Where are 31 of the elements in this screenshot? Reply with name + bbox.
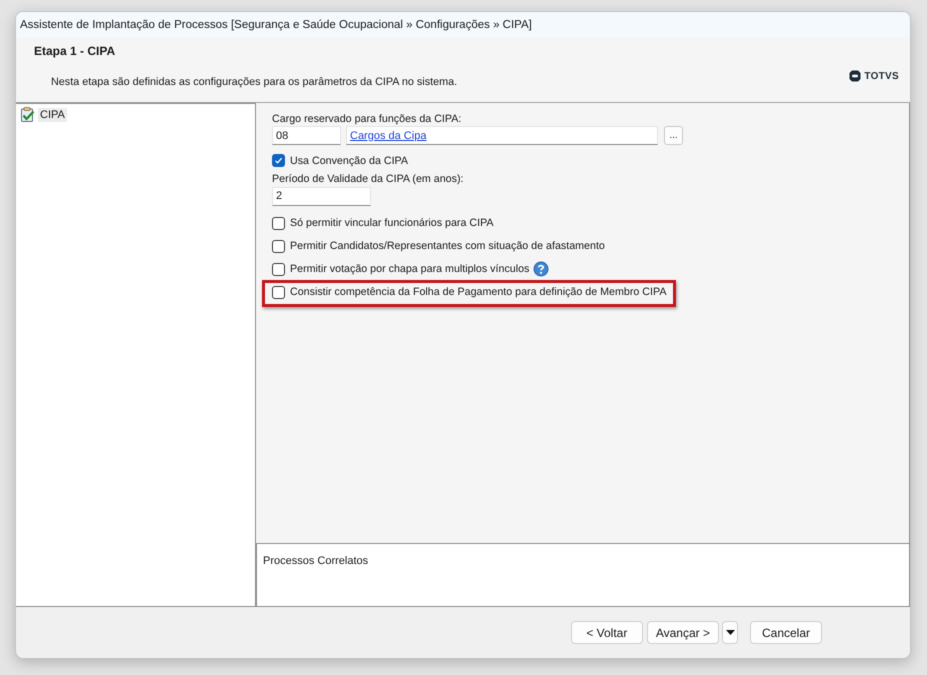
wizard-button[interactable]: Cancelar <box>750 621 822 644</box>
logo-icon <box>849 70 862 82</box>
panel-title: Processos Correlatos <box>263 555 368 567</box>
checkbox[interactable] <box>272 262 285 276</box>
checkbox[interactable] <box>272 154 285 167</box>
checkbox-label: Permitir votação por chapa para multiplos vínculos <box>290 262 530 276</box>
step-title: Etapa 1 - CIPA <box>34 44 116 58</box>
checkbox[interactable] <box>272 216 285 230</box>
window-title: Assistente de Implantação de Processos [Segurança e Saúde Ocupacional » Configurações » CIPA] <box>20 18 532 30</box>
checkbox-label: Permitir Candidatos/Representantes com situação de afastamento <box>290 239 605 253</box>
lookup-field[interactable]: Cargos da Cipa <box>346 126 658 145</box>
field-label: Cargo reservado para funções da CIPA: <box>272 112 462 126</box>
checkbox[interactable] <box>272 240 285 252</box>
step-description: Nesta etapa são definidas as configurações para os parâmetros da CIPA no sistema. <box>51 76 458 88</box>
field-label: Período de Validade da CIPA (em anos): <box>272 172 464 186</box>
tree-item[interactable]: CIPA <box>38 108 67 122</box>
dropdown-button[interactable] <box>722 621 738 644</box>
wizard-button[interactable]: Avançar > <box>646 621 719 644</box>
cargo-link[interactable]: Cargos da Cipa <box>350 130 426 142</box>
checkbox-label: Usa Convenção da CIPA <box>290 154 408 168</box>
clipboard-check-icon <box>21 107 35 122</box>
caret-icon <box>726 630 734 635</box>
wizard-button[interactable]: < Voltar <box>570 621 643 644</box>
checkbox-label: Só permitir vincular funcionários para CIPA <box>290 216 494 230</box>
checkbox-label: Consistir competência da Folha de Pagamento para definição de Membro CIPA <box>290 285 666 299</box>
browse-button[interactable]: ... <box>664 126 683 145</box>
checkbox[interactable] <box>272 286 285 298</box>
help-icon[interactable] <box>533 261 550 277</box>
logo-text: TOTVS <box>864 70 899 82</box>
code-field[interactable]: 08 <box>272 126 341 145</box>
years-field[interactable]: 2 <box>272 186 371 206</box>
